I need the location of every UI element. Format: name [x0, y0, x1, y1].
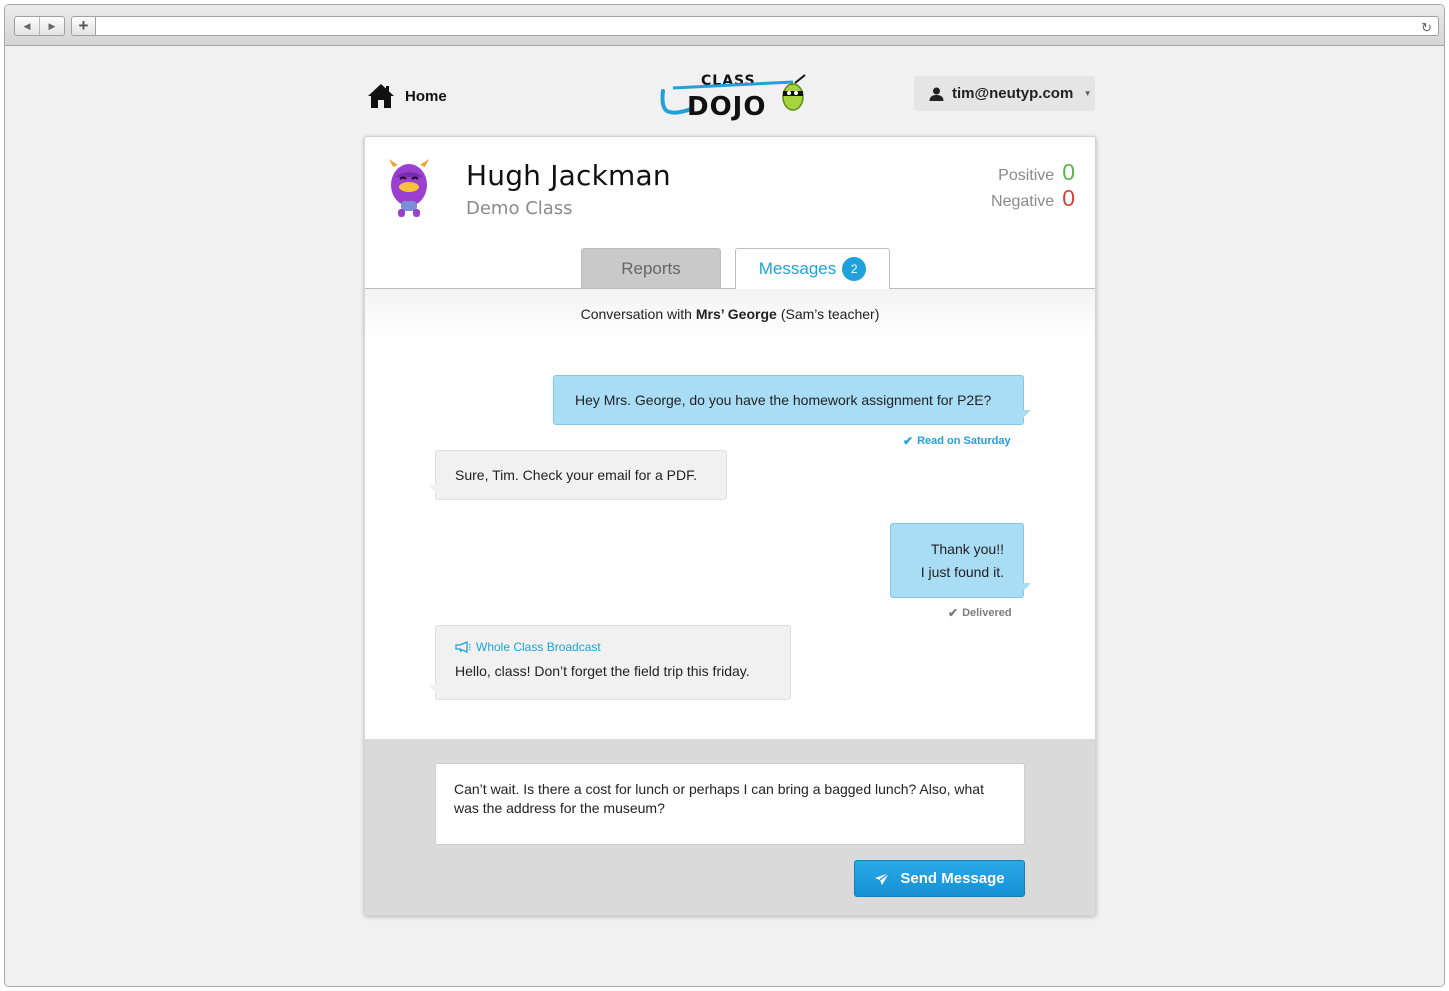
forward-arrow-icon: ▶: [48, 20, 56, 31]
conversation-contact: Mrs’ George: [695, 306, 777, 322]
compose-area: Can’t wait. Is there a cost for lunch or…: [365, 739, 1095, 915]
browser-window: ◀ ▶ + ↻ Home CLASS DOJO tim@neutyp.com ▾…: [4, 4, 1445, 987]
back-arrow-icon: ◀: [23, 20, 31, 31]
home-label: Home: [405, 87, 447, 105]
conversation-header: Conversation with Mrs’ George (Sam’s tea…: [365, 289, 1095, 339]
broadcast-label-text: Whole Class Broadcast: [476, 640, 601, 654]
conversation-prefix: Conversation with: [580, 306, 692, 322]
tab-reports[interactable]: Reports: [581, 248, 721, 289]
delivered-receipt-text: Delivered: [962, 607, 1012, 619]
user-menu[interactable]: tim@neutyp.com ▾: [914, 76, 1095, 111]
address-bar[interactable]: ↻: [95, 16, 1439, 36]
message-text: Hello, class! Don’t forget the field tri…: [455, 663, 750, 679]
message-bubble-outgoing: Hey Mrs. George, do you have the homewor…: [553, 375, 1031, 425]
tab-reports-label: Reports: [621, 258, 681, 278]
unread-badge: 2: [842, 257, 867, 281]
send-message-button[interactable]: Send Message: [854, 860, 1025, 897]
classdojo-logo[interactable]: CLASS DOJO: [655, 71, 807, 121]
tab-messages[interactable]: Messages 2: [735, 248, 890, 290]
broadcast-message-bubble: Whole Class Broadcast Hello, class! Don’…: [428, 625, 791, 700]
monster-avatar-icon: [389, 159, 429, 217]
megaphone-icon: [455, 641, 471, 653]
negative-points: Negative 0: [991, 185, 1075, 211]
paper-plane-icon: [875, 872, 890, 885]
positive-value: 0: [1062, 159, 1075, 185]
points-summary: Positive 0 Negative 0: [991, 159, 1075, 211]
student-card: Hugh Jackman Demo Class Positive 0 Negat…: [364, 136, 1096, 916]
home-link[interactable]: Home: [367, 83, 447, 109]
positive-points: Positive 0: [991, 159, 1075, 185]
read-receipt: ✔ Read on Saturday: [903, 434, 1011, 448]
delivered-receipt: ✔ Delivered: [948, 606, 1012, 620]
message-text-line: Thank you!!: [930, 541, 1004, 557]
user-icon: [929, 87, 944, 101]
user-email: tim@neutyp.com: [952, 85, 1074, 102]
conversation-suffix: (Sam’s teacher): [780, 306, 880, 322]
forward-button[interactable]: ▶: [39, 17, 64, 35]
message-text: Sure, Tim. Check your email for a PDF.: [455, 467, 697, 483]
check-icon: ✔: [948, 606, 959, 620]
reload-icon[interactable]: ↻: [1421, 19, 1432, 37]
broadcast-label: Whole Class Broadcast: [455, 639, 790, 655]
svg-text:DOJO: DOJO: [687, 92, 766, 121]
read-receipt-text: Read on Saturday: [917, 435, 1011, 447]
tab-messages-label: Messages: [758, 259, 837, 278]
message-text-line: I just found it.: [920, 564, 1004, 580]
message-bubble-outgoing: Thank you!! I just found it.: [890, 523, 1031, 598]
house-icon: [368, 84, 394, 108]
class-name: Demo Class: [466, 198, 573, 219]
student-name: Hugh Jackman: [466, 159, 671, 192]
check-icon: ✔: [903, 434, 914, 448]
message-input[interactable]: Can’t wait. Is there a cost for lunch or…: [435, 763, 1025, 845]
negative-value: 0: [1062, 185, 1075, 211]
message-text: Hey Mrs. George, do you have the homewor…: [575, 392, 992, 408]
send-message-label: Send Message: [900, 870, 1005, 887]
plus-icon: +: [78, 16, 89, 35]
message-bubble-incoming: Sure, Tim. Check your email for a PDF.: [428, 450, 727, 500]
back-button[interactable]: ◀: [15, 17, 39, 35]
negative-label: Negative: [991, 193, 1055, 210]
new-tab-button[interactable]: +: [71, 16, 95, 36]
history-buttons: ◀ ▶: [14, 16, 65, 36]
page-viewport: Home CLASS DOJO tim@neutyp.com ▾ Hugh Ja…: [5, 47, 1444, 986]
browser-toolbar: ◀ ▶ + ↻: [5, 5, 1444, 46]
chevron-down-icon: ▾: [1085, 88, 1090, 98]
positive-label: Positive: [998, 167, 1055, 184]
